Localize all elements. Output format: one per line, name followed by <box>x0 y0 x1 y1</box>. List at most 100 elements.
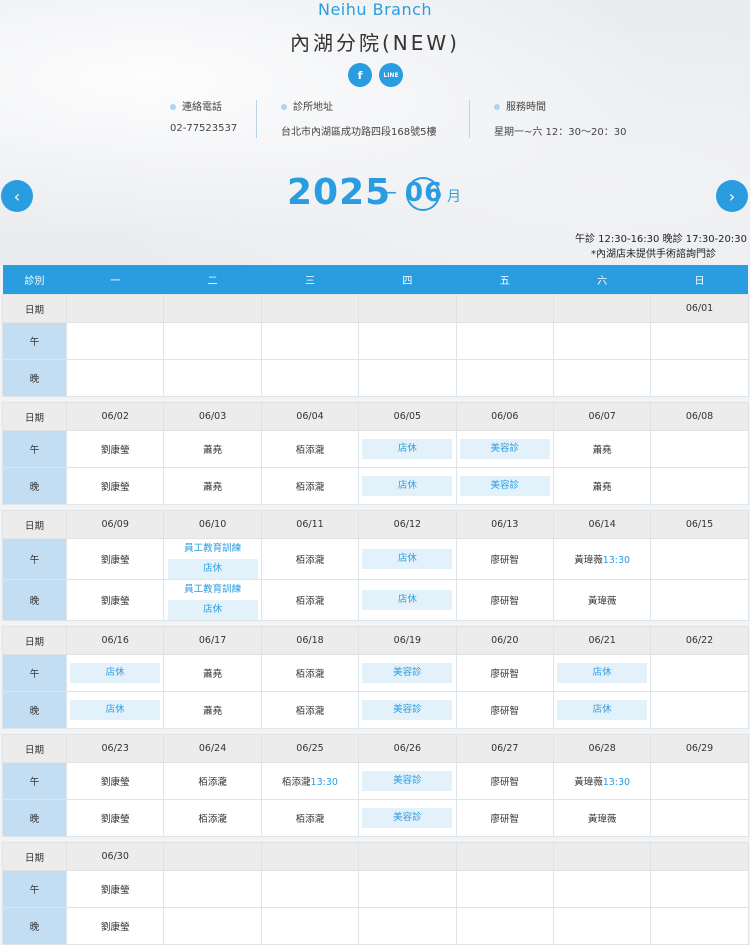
doctor-name: 栢添瀧 <box>295 482 325 493</box>
schedule-cell: 店休 <box>65 691 165 729</box>
date-cell: 06/09 <box>65 510 165 539</box>
schedule-cell <box>260 322 360 360</box>
schedule-cell: 黃瑋薇 <box>552 799 652 837</box>
schedule-cell: 廖研智 <box>455 799 554 837</box>
date-cell: 06/14 <box>552 510 652 539</box>
schedule-cell <box>455 359 554 397</box>
schedule-cell <box>552 870 652 908</box>
doctor-name: 栢添瀧 <box>198 814 227 825</box>
beauty-clinic-tag: 美容診 <box>459 476 550 496</box>
closed-tag: 店休 <box>557 663 648 683</box>
doctor-name: 劉康瑩 <box>100 885 130 896</box>
address-label: 診所地址 <box>281 100 469 116</box>
schedule-cell <box>650 654 749 692</box>
schedule-cell: 栢添瀧 <box>260 538 360 580</box>
date-cell: 06/03 <box>163 402 262 431</box>
date-row: 日期 06/02 06/03 06/04 06/05 06/06 06/07 06/08 <box>2 402 749 431</box>
date-label: 日期 <box>2 842 67 871</box>
date-label: 日期 <box>2 734 67 763</box>
doctor-name: 黃瑋薇 <box>587 596 617 607</box>
prev-month-button[interactable]: ‹ <box>1 180 33 212</box>
schedule-cell <box>260 870 360 908</box>
schedule-cell <box>650 691 749 729</box>
doctor-name: 黃瑋薇 <box>587 814 617 825</box>
schedule-cell <box>358 907 457 945</box>
noon-shift-label: 午 <box>2 870 67 908</box>
doctor-name: 蕭堯 <box>203 669 223 680</box>
date-cell: 06/10 <box>163 510 262 539</box>
branch-english-name: Neihu Branch <box>317 0 433 19</box>
doctor-name: 栢添瀧 <box>198 777 227 788</box>
doctor-name: 蕭堯 <box>203 445 223 456</box>
date-row: 日期 06/30 <box>2 842 749 871</box>
doctor-name: 廖研智 <box>490 706 520 717</box>
doctor-name: 劉康瑩 <box>100 922 130 933</box>
line-icon[interactable]: LINE <box>379 63 403 87</box>
evening-row: 晚店休 蕭堯 栢添瀧 美容診 廖研智 店休 <box>2 691 749 729</box>
schedule-cell <box>163 322 262 360</box>
phone-label: 連絡電話 <box>170 100 256 116</box>
schedule-cell: 栢添瀧13:30 <box>260 762 360 800</box>
doctor-name: 栢添瀧 <box>295 814 325 825</box>
doctor-name: 栢添瀧 <box>295 555 325 566</box>
schedule-cell: 廖研智 <box>455 654 554 692</box>
schedule-cell: 蕭堯 <box>552 430 652 468</box>
date-cell <box>552 294 652 323</box>
schedule-cell <box>260 907 360 945</box>
schedule-cell: 廖研智 <box>455 538 554 580</box>
doctor-name: 廖研智 <box>490 669 520 680</box>
hours-info: 服務時間 星期一~六 12：30～20：30 <box>469 100 626 138</box>
noon-row: 午劉康瑩 栢添瀧 栢添瀧13:30 美容診 廖研智 黃瑋薇13:30 <box>2 762 749 800</box>
beauty-clinic-tag: 美容診 <box>362 663 453 683</box>
schedule-cell: 員工教育訓練 店休 <box>163 538 262 580</box>
date-cell <box>455 842 554 871</box>
hours-label: 服務時間 <box>494 100 626 116</box>
schedule-cell <box>455 907 554 945</box>
date-cell: 06/07 <box>552 402 652 431</box>
schedule-cell: 蕭堯 <box>163 467 262 505</box>
date-cell: 06/23 <box>65 734 165 763</box>
schedule-cell <box>455 870 554 908</box>
evening-shift-label: 晚 <box>2 907 67 945</box>
date-cell: 06/21 <box>552 626 652 655</box>
address-info: 診所地址 台北市內湖區成功路四段168號5樓 <box>256 100 469 138</box>
schedule-cell: 店休 <box>358 579 457 621</box>
noon-row: 午 劉康瑩 蕭堯 栢添瀧 店休 美容診 蕭堯 <box>2 430 749 468</box>
header-day: 一 <box>66 265 164 295</box>
evening-row: 晚 劉康瑩 <box>2 907 749 945</box>
date-cell: 06/20 <box>455 626 554 655</box>
closed-tag: 店休 <box>362 590 453 610</box>
schedule-cell <box>552 359 652 397</box>
header-shift: 診別 <box>2 265 67 295</box>
date-cell: 06/13 <box>455 510 554 539</box>
date-row: 日期 06/16 06/17 06/18 06/19 06/20 06/21 06/22 <box>2 626 749 655</box>
schedule-table: 診別一二三四五六日 日期 06/01 午晚日期 06/02 06/03 06/04 06/0… <box>2 265 749 945</box>
schedule-cell: 美容診 <box>358 799 457 837</box>
schedule-cell: 劉康瑩 <box>65 870 165 908</box>
schedule-cell: 栢添瀧 <box>163 799 262 837</box>
facebook-icon[interactable]: f <box>348 63 372 87</box>
date-label: 日期 <box>2 402 67 431</box>
date-cell: 06/12 <box>358 510 457 539</box>
schedule-cell: 劉康瑩 <box>65 467 165 505</box>
calendar-dash: – <box>386 180 397 205</box>
schedule-cell: 店休 <box>358 467 457 505</box>
doctor-name: 劉康瑩 <box>100 814 130 825</box>
next-month-button[interactable]: › <box>716 180 748 212</box>
schedule-cell <box>552 907 652 945</box>
evening-shift-label: 晚 <box>2 799 67 837</box>
schedule-cell <box>260 359 360 397</box>
date-cell <box>358 294 457 323</box>
schedule-cell <box>455 322 554 360</box>
doctor-name: 廖研智 <box>490 777 520 788</box>
schedule-cell <box>358 870 457 908</box>
date-cell: 06/18 <box>260 626 360 655</box>
date-cell: 06/01 <box>650 294 749 323</box>
doctor-name: 劉康瑩 <box>100 445 130 456</box>
schedule-cell: 店休 <box>65 654 165 692</box>
closed-tag: 店休 <box>362 476 453 496</box>
schedule-cell <box>650 430 749 468</box>
schedule-cell: 劉康瑩 <box>65 579 165 621</box>
schedule-cell <box>650 322 749 360</box>
doctor-name: 蕭堯 <box>592 445 612 456</box>
